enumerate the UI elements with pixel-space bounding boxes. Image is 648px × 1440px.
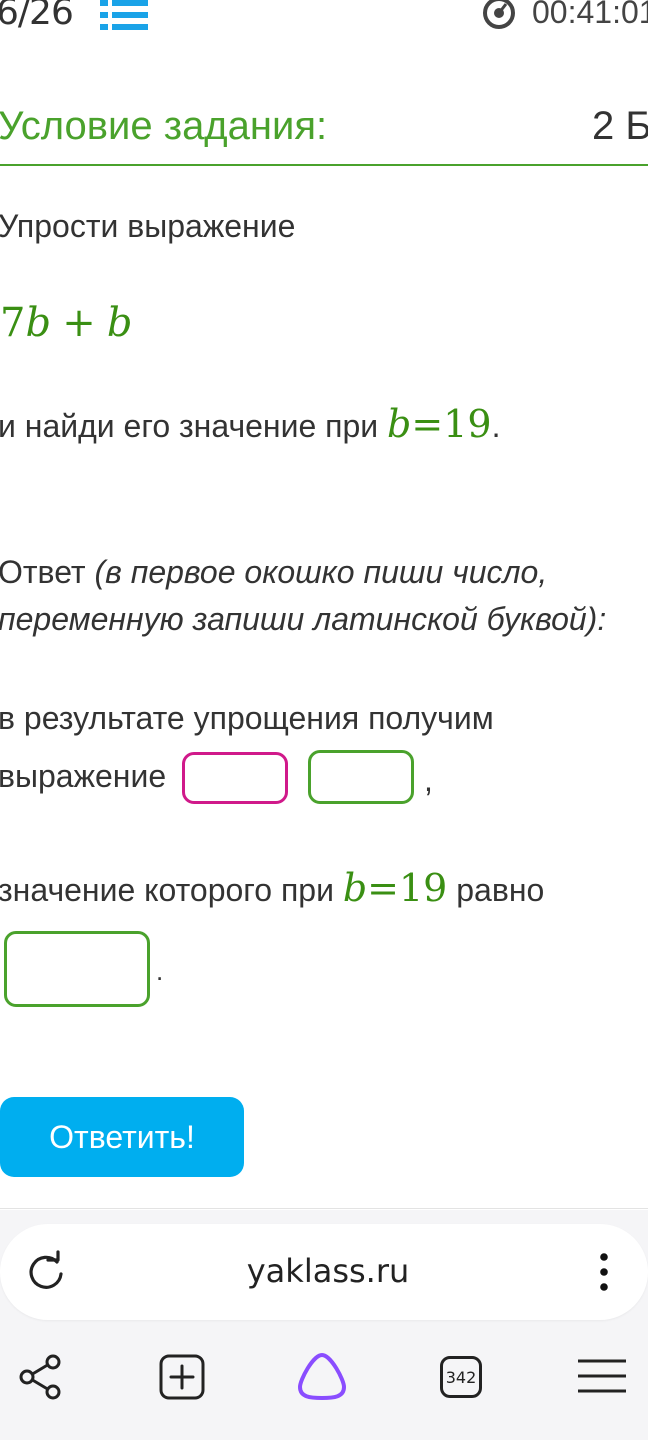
instruction-text: Упрости выражение (0, 208, 296, 244)
url-text[interactable]: yaklass.ru (0, 1252, 648, 1290)
alice-icon[interactable] (296, 1350, 348, 1402)
timer-icon (483, 0, 515, 29)
more-vert-icon[interactable] (596, 1252, 612, 1292)
result-line-2: выражение (0, 758, 167, 794)
expr-variable: b (25, 300, 52, 346)
result-value-input[interactable] (4, 931, 150, 1007)
value-text: значение которого при (0, 872, 334, 908)
heading-divider (0, 164, 648, 166)
find-value-text: и найди его значение при (0, 408, 379, 444)
coefficient-input[interactable] (182, 752, 288, 804)
find-variable: b (387, 402, 412, 446)
value-equals: = (367, 866, 399, 910)
find-value: 19 (443, 402, 492, 446)
expr-coefficient: 7 (0, 300, 26, 346)
submit-answer-button[interactable]: Ответить! (0, 1097, 244, 1177)
task-progress: 6/26 (0, 0, 74, 33)
browser-divider (0, 1208, 648, 1209)
expression: 7b + b (0, 300, 132, 346)
answer-hint-1: (в первое окошко пиши число, (94, 554, 548, 590)
answer-hint-line1: Ответ (в первое окошко пиши число, (0, 554, 547, 591)
menu-icon[interactable] (578, 1358, 626, 1394)
new-tab-icon[interactable] (159, 1354, 205, 1400)
task-score: 2 Б. (592, 104, 648, 148)
result-comma: , (424, 762, 433, 798)
expr-plus: + (62, 300, 96, 346)
answer-label: Ответ (0, 554, 86, 590)
expr-variable-2: b (106, 300, 133, 346)
find-dot: . (491, 408, 501, 444)
value-equals-word: равно (456, 872, 545, 908)
answer-hint-2: переменную запиши латинской буквой): (0, 601, 607, 637)
find-value-line: и найди его значение при b=19. (0, 402, 500, 446)
result-end-dot: . (156, 956, 164, 986)
timer-text: 00:41:01 (532, 0, 648, 30)
task-heading: Условие задания: (0, 104, 328, 148)
tabs-icon[interactable]: 342 (440, 1356, 482, 1398)
tabs-count: 342 (445, 1367, 477, 1387)
variable-input[interactable] (308, 750, 414, 804)
find-equals: = (411, 402, 444, 446)
result-line-1: в результате упрощения получим (0, 700, 494, 736)
share-icon[interactable] (18, 1354, 64, 1400)
value-number: 19 (399, 866, 448, 910)
value-line: значение которого при b=19 равно (0, 866, 544, 910)
list-icon[interactable] (100, 0, 148, 30)
value-variable: b (342, 866, 368, 910)
